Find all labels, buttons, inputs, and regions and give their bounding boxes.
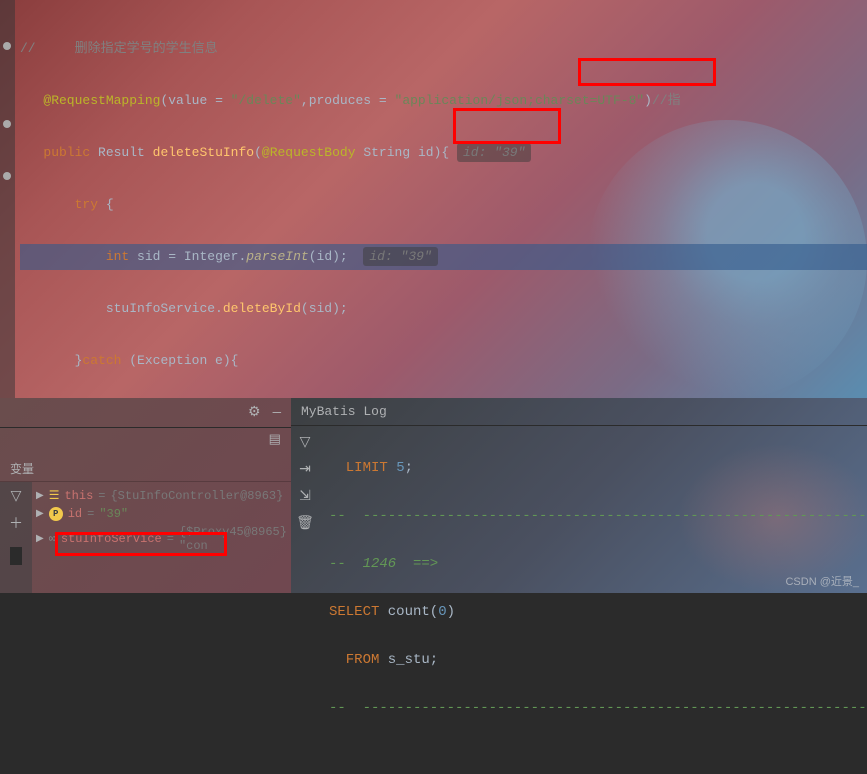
variables-header: 变量 [0,456,291,482]
log-line: -- -------------------------------------… [329,696,867,720]
code-content[interactable]: // 删除指定学号的学生信息 @RequestMapping(value = "… [0,0,867,398]
filter-icon[interactable]: ▽ [300,434,311,451]
debug-sub-toolbar: ▤ [0,428,291,456]
expand-icon[interactable]: ▶ [36,533,44,545]
code-line-active: int sid = Integer.parseInt(id); id: "39" [20,244,867,270]
trash-icon[interactable]: 🗑 [296,515,314,532]
this-icon: ☰ [49,488,60,503]
parameter-icon: P [49,507,63,521]
variables-area: ▽ ＋ ▶ ☰ this = {StuInfoController@8963} … [0,482,291,593]
log-line: SELECT count(0) [329,600,867,624]
layout-icon[interactable]: ▤ [269,432,281,452]
code-editor[interactable]: // 删除指定学号的学生信息 @RequestMapping(value = "… [0,0,867,398]
log-body: ▽ ⇥ ⇲ 🗑 LIMIT 5; -- --------------------… [291,426,867,774]
gutter-block [10,547,22,565]
gear-icon[interactable]: ⚙ [248,404,261,421]
code-line: try { [20,192,867,218]
minimize-icon[interactable]: — [273,405,281,421]
object-icon: ∞ [49,532,56,546]
code-line: stuInfoService.deleteById(sid); [20,296,867,322]
scroll-icon[interactable]: ⇲ [299,488,311,505]
log-line: LIMIT 5; [329,456,867,480]
inline-debug-hint: id: "39" [363,247,437,266]
log-panel-title: MyBatis Log [291,398,867,426]
log-content[interactable]: LIMIT 5; -- ----------------------------… [319,426,867,774]
watermark: CSDN @近景_ [785,573,859,589]
debug-toolbar: ⚙ — [0,398,291,428]
expand-icon[interactable]: ▶ [36,508,44,520]
code-line: @RequestMapping(value = "/delete",produc… [20,88,867,114]
variables-tree[interactable]: ▶ ☰ this = {StuInfoController@8963} ▶ P … [32,482,291,593]
log-gutter: ▽ ⇥ ⇲ 🗑 [291,426,319,774]
expand-icon[interactable]: ▶ [36,490,44,502]
variable-row[interactable]: ▶ ☰ this = {StuInfoController@8963} [32,486,291,505]
bottom-panel: ⚙ — ▤ 变量 ▽ ＋ ▶ ☰ this = {StuInfoControll… [0,398,867,593]
add-icon[interactable]: ＋ [9,513,23,533]
variable-row[interactable]: ▶ ∞ stuInfoService = {$Proxy45@8965} "co… [32,523,291,555]
filter-icon[interactable]: ▽ [11,488,22,505]
code-line: }catch (Exception e){ [20,348,867,374]
inline-debug-hint: id: "39" [457,143,531,162]
wrap-icon[interactable]: ⇥ [299,461,311,478]
log-line: -- -------------------------------------… [329,504,867,528]
vars-gutter: ▽ ＋ [0,482,32,593]
debugger-panel: ⚙ — ▤ 变量 ▽ ＋ ▶ ☰ this = {StuInfoControll… [0,398,291,593]
mybatis-log-panel: MyBatis Log ▽ ⇥ ⇲ 🗑 LIMIT 5; -- --------… [291,398,867,593]
log-line: FROM s_stu; [329,648,867,672]
code-line: public Result deleteStuInfo(@RequestBody… [20,140,867,166]
code-line: // 删除指定学号的学生信息 [20,36,867,62]
variable-row[interactable]: ▶ P id = "39" [32,505,291,523]
